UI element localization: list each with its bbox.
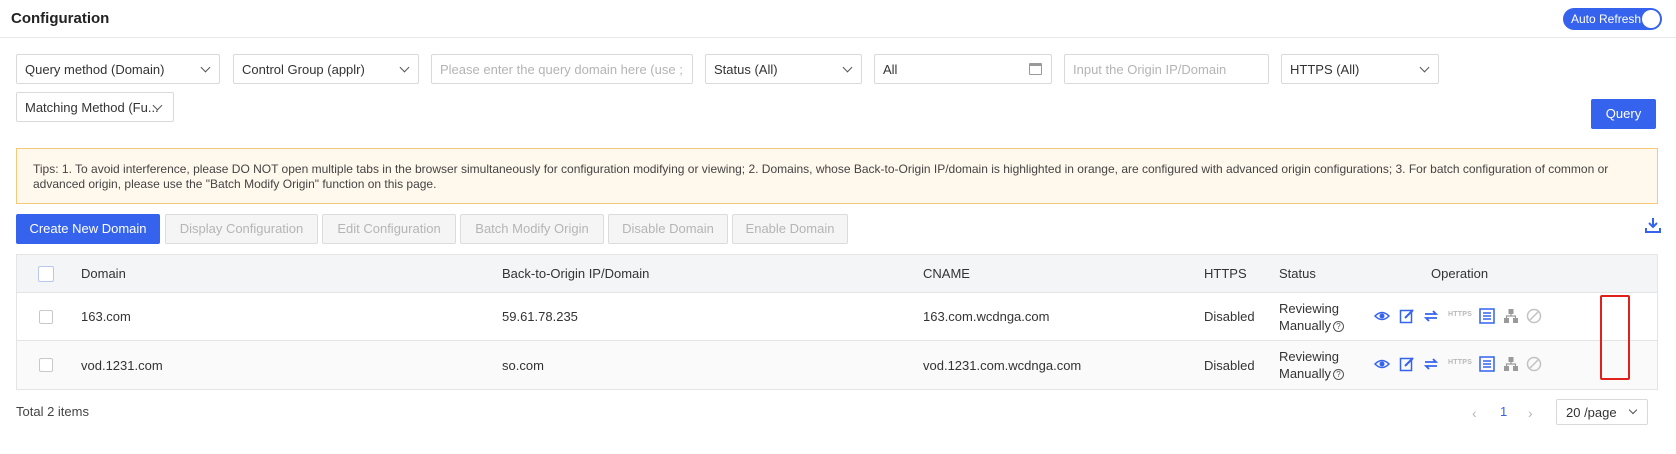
row-checkbox[interactable] bbox=[39, 358, 53, 372]
view-icon[interactable] bbox=[1374, 308, 1390, 324]
control-group-value: Control Group (applr) bbox=[242, 62, 365, 77]
select-all-checkbox[interactable] bbox=[38, 266, 54, 282]
disable-domain-button[interactable]: Disable Domain bbox=[608, 214, 728, 244]
refresh-icon[interactable] bbox=[1423, 356, 1439, 372]
page-size-select[interactable]: 20 /page bbox=[1556, 399, 1648, 425]
table-header: Domain Back-to-Origin IP/Domain CNAME HT… bbox=[17, 255, 1657, 293]
query-method-value: Query method (Domain) bbox=[25, 62, 165, 77]
date-range-picker[interactable]: All bbox=[874, 54, 1052, 84]
auto-refresh-toggle[interactable]: Auto Refresh bbox=[1563, 8, 1662, 30]
https-tag[interactable]: HTTPS bbox=[1448, 359, 1472, 366]
row-status-line2: Manually bbox=[1279, 317, 1332, 333]
prev-page-icon[interactable]: ‹ bbox=[1472, 405, 1477, 421]
page-title: Configuration bbox=[11, 10, 110, 27]
row-status-line1: Reviewing bbox=[1279, 349, 1339, 364]
next-page-icon[interactable]: › bbox=[1528, 405, 1533, 421]
download-icon[interactable] bbox=[1645, 217, 1661, 233]
column-operation: Operation bbox=[1431, 266, 1489, 281]
help-icon[interactable]: ? bbox=[1333, 320, 1345, 332]
https-value: HTTPS (All) bbox=[1290, 62, 1360, 77]
list-icon[interactable] bbox=[1479, 308, 1495, 324]
total-count: Total 2 items bbox=[16, 404, 89, 419]
https-select[interactable]: HTTPS (All) bbox=[1281, 54, 1439, 84]
row-origin: 59.61.78.235 bbox=[502, 309, 578, 324]
tips-banner: Tips: 1. To avoid interference, please D… bbox=[16, 148, 1658, 204]
query-method-select[interactable]: Query method (Domain) bbox=[16, 54, 220, 84]
highlight-box bbox=[1600, 295, 1630, 380]
edit-icon[interactable] bbox=[1399, 308, 1415, 324]
table-row[interactable]: 163.com 59.61.78.235 163.com.wcdnga.com … bbox=[17, 293, 1657, 341]
row-cname: vod.1231.com.wcdnga.com bbox=[923, 357, 1082, 373]
column-status: Status bbox=[1279, 266, 1316, 281]
auto-refresh-label: Auto Refresh bbox=[1571, 12, 1642, 26]
disable-icon[interactable] bbox=[1526, 356, 1542, 372]
create-new-domain-button[interactable]: Create New Domain bbox=[16, 214, 160, 244]
column-https: HTTPS bbox=[1204, 266, 1247, 281]
row-origin: so.com bbox=[502, 357, 544, 373]
view-icon[interactable] bbox=[1374, 356, 1390, 372]
origin-topology-icon[interactable] bbox=[1503, 356, 1519, 372]
origin-search-input[interactable]: Input the Origin IP/Domain bbox=[1064, 54, 1269, 84]
row-domain: 163.com bbox=[81, 309, 131, 324]
list-icon[interactable] bbox=[1479, 356, 1495, 372]
chevron-down-icon bbox=[1419, 62, 1430, 73]
chevron-down-icon bbox=[200, 62, 211, 73]
page-number[interactable]: 1 bbox=[1500, 404, 1507, 419]
date-range-value: All bbox=[883, 62, 898, 77]
row-checkbox[interactable] bbox=[39, 310, 53, 324]
enable-domain-button[interactable]: Enable Domain bbox=[732, 214, 848, 244]
domain-table: Domain Back-to-Origin IP/Domain CNAME HT… bbox=[16, 254, 1658, 390]
row-status-line1: Reviewing bbox=[1279, 300, 1339, 316]
chevron-down-icon bbox=[399, 62, 410, 73]
column-cname: CNAME bbox=[923, 266, 970, 281]
page-size-value: 20 /page bbox=[1566, 405, 1617, 420]
domain-search-placeholder: Please enter the query domain here (use … bbox=[440, 62, 686, 77]
calendar-icon bbox=[1029, 63, 1042, 75]
row-https: Disabled bbox=[1204, 357, 1255, 373]
row-cname: 163.com.wcdnga.com bbox=[923, 309, 1050, 324]
disable-icon[interactable] bbox=[1526, 308, 1542, 324]
column-domain: Domain bbox=[81, 266, 126, 281]
status-select[interactable]: Status (All) bbox=[705, 54, 862, 84]
query-button[interactable]: Query bbox=[1591, 99, 1656, 129]
row-status-line2: Manually bbox=[1279, 366, 1332, 381]
matching-method-value: Matching Method (Fu... bbox=[25, 100, 159, 115]
refresh-icon[interactable] bbox=[1423, 308, 1439, 324]
table-row[interactable]: vod.1231.com so.com vod.1231.com.wcdnga.… bbox=[17, 341, 1657, 389]
row-https: Disabled bbox=[1204, 309, 1255, 324]
display-configuration-button[interactable]: Display Configuration bbox=[165, 214, 318, 244]
top-bar: Configuration Auto Refresh bbox=[0, 0, 1676, 38]
chevron-down-icon bbox=[842, 62, 853, 73]
matching-method-select[interactable]: Matching Method (Fu... bbox=[16, 92, 174, 122]
https-tag[interactable]: HTTPS bbox=[1448, 311, 1472, 318]
edit-icon[interactable] bbox=[1399, 356, 1415, 372]
origin-search-placeholder: Input the Origin IP/Domain bbox=[1073, 62, 1227, 77]
control-group-select[interactable]: Control Group (applr) bbox=[233, 54, 419, 84]
row-domain: vod.1231.com bbox=[81, 357, 163, 373]
help-icon[interactable]: ? bbox=[1333, 369, 1345, 381]
toggle-knob bbox=[1642, 10, 1660, 28]
status-value: Status (All) bbox=[714, 62, 778, 77]
batch-modify-origin-button[interactable]: Batch Modify Origin bbox=[460, 214, 604, 244]
chevron-down-icon bbox=[1628, 405, 1638, 415]
domain-search-input[interactable]: Please enter the query domain here (use … bbox=[431, 54, 693, 84]
origin-topology-icon[interactable] bbox=[1503, 308, 1519, 324]
row-status: Reviewing Manually? bbox=[1279, 341, 1345, 389]
row-status: Reviewing Manually? bbox=[1279, 293, 1345, 340]
edit-configuration-button[interactable]: Edit Configuration bbox=[322, 214, 456, 244]
column-origin: Back-to-Origin IP/Domain bbox=[502, 266, 650, 281]
